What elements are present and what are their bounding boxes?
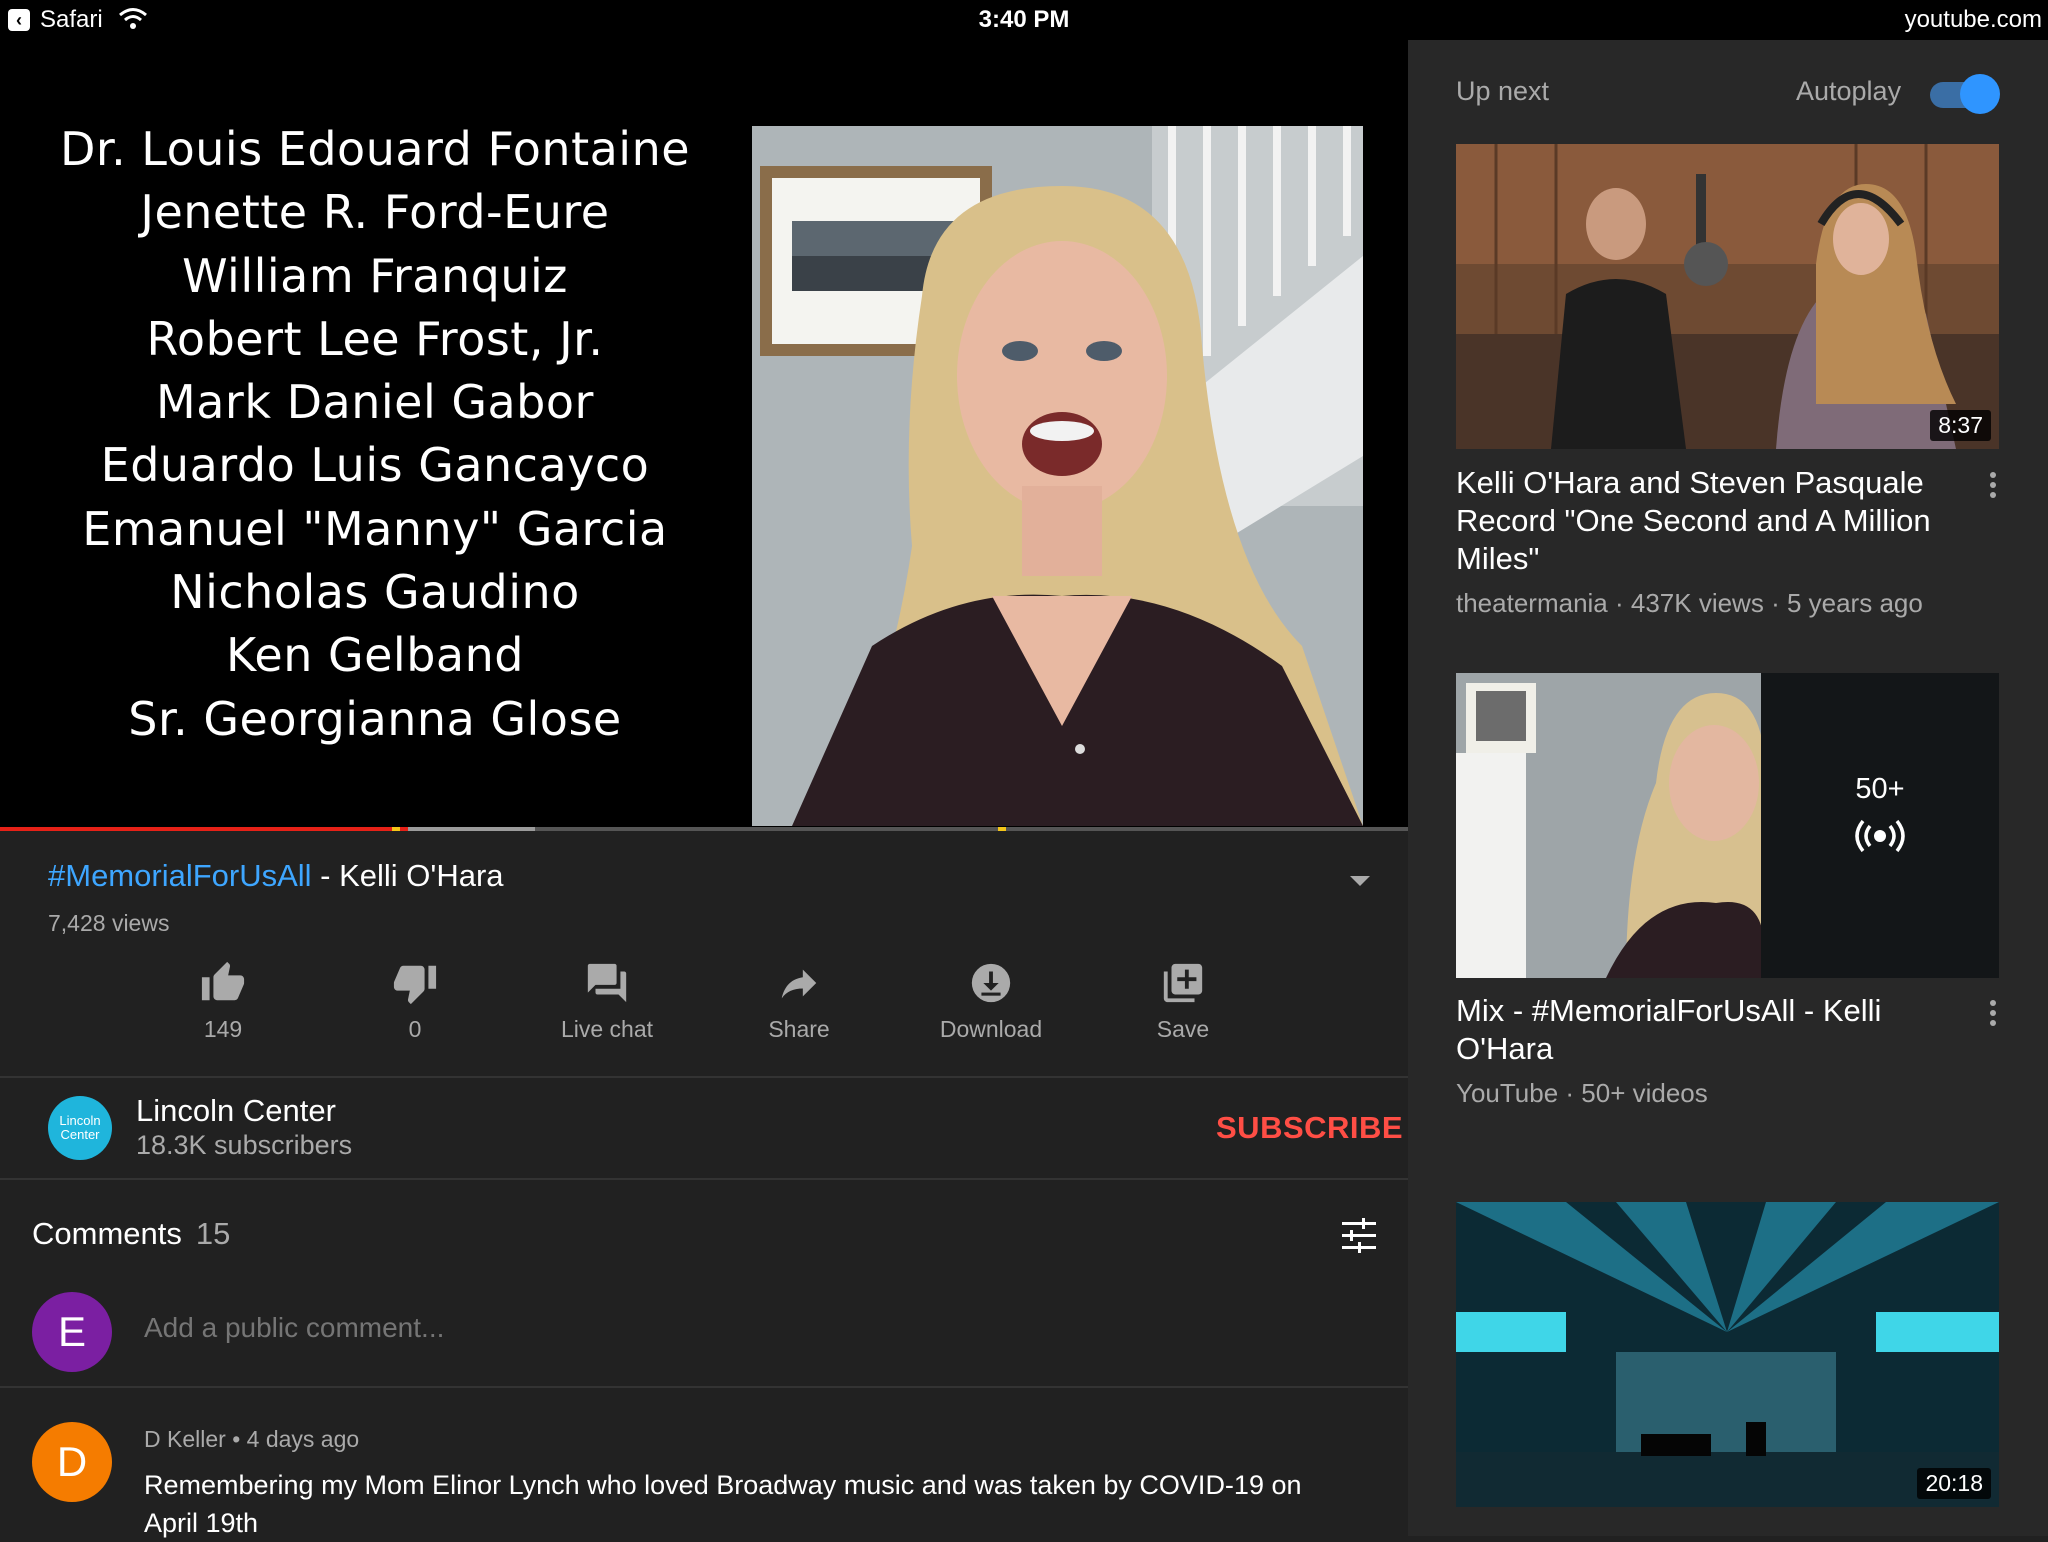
user-avatar[interactable]: E	[32, 1292, 112, 1372]
save-button[interactable]: Save	[1093, 960, 1273, 1043]
share-icon	[781, 969, 817, 999]
video-duration: 8:37	[1930, 410, 1991, 441]
progress-bar[interactable]	[0, 827, 1408, 831]
memorial-name: William Franquiz	[182, 248, 568, 303]
singer-video-frame	[752, 126, 1363, 826]
video-player[interactable]: Dr. Louis Edouard Fontaine Jenette R. Fo…	[0, 40, 1408, 829]
playlist-count: 50+	[1855, 773, 1905, 805]
divider	[0, 1386, 1408, 1388]
memorial-name: Ken Gelband	[226, 628, 524, 683]
video-title-text: - Kelli O'Hara	[311, 858, 504, 893]
video-views: 437K views	[1630, 588, 1764, 618]
subscribe-button[interactable]: SUBSCRIBE	[1216, 1110, 1403, 1146]
memorial-name: Jenette R. Ford-Eure	[140, 185, 610, 240]
comments-header[interactable]: Comments 15	[32, 1216, 230, 1252]
dislike-button[interactable]: 0	[325, 960, 505, 1043]
recording-studio-image	[1456, 144, 1999, 449]
comment-author-avatar[interactable]: D	[32, 1422, 112, 1502]
thumbs-down-icon	[393, 965, 437, 1005]
up-next-label: Up next	[1456, 76, 1550, 106]
chapter-marker	[998, 827, 1006, 831]
comments-heading: Comments	[32, 1216, 182, 1251]
divider	[0, 1076, 1408, 1078]
autoplay-label: Autoplay	[1796, 76, 1902, 106]
toggle-knob	[1960, 74, 2000, 114]
live-chat-label: Live chat	[560, 1016, 654, 1042]
up-next-video-title[interactable]: Kelli O'Hara and Steven Pasquale Record …	[1456, 464, 1936, 578]
sort-comments-icon[interactable]	[1340, 1218, 1378, 1254]
up-next-video-meta: theatermania · 437K views · 5 years ago	[1456, 588, 1923, 618]
progress-buffered	[408, 827, 536, 831]
video-thumbnail[interactable]: 8:37	[1456, 144, 1999, 449]
video-title: #MemorialForUsAll - Kelli O'Hara	[48, 856, 504, 896]
mix-preview-image	[1456, 673, 1999, 978]
playlist-size: 50+ videos	[1581, 1078, 1708, 1108]
memorial-name: Sr. Georgianna Glose	[128, 691, 622, 746]
more-options-icon[interactable]	[1990, 472, 1998, 500]
subscriber-count: 18.3K subscribers	[136, 1130, 353, 1160]
hashtag-link[interactable]: #MemorialForUsAll	[48, 858, 312, 893]
view-count: 7,428 views	[48, 910, 170, 936]
more-options-icon[interactable]	[1990, 1000, 1998, 1028]
memorial-names-list: Dr. Louis Edouard Fontaine Jenette R. Fo…	[30, 118, 720, 751]
comments-count: 15	[195, 1216, 231, 1251]
mix-broadcast-icon	[1855, 819, 1905, 853]
up-next-video-title[interactable]: Mix - #MemorialForUsAll - Kelli O'Hara	[1456, 992, 1936, 1068]
chat-icon	[587, 963, 627, 1003]
like-button[interactable]: 149	[133, 960, 313, 1043]
video-duration: 20:18	[1917, 1468, 1991, 1499]
memorial-name: Robert Lee Frost, Jr.	[146, 311, 604, 366]
video-channel: YouTube	[1456, 1078, 1559, 1108]
download-icon	[971, 963, 1011, 1003]
memorial-name: Mark Daniel Gabor	[156, 375, 594, 430]
video-age: 5 years ago	[1786, 588, 1923, 618]
dislike-count: 0	[408, 1016, 422, 1042]
live-chat-button[interactable]: Live chat	[517, 960, 697, 1043]
memorial-name: Dr. Louis Edouard Fontaine	[59, 122, 691, 176]
concert-stage-image	[1456, 1202, 1999, 1507]
save-label: Save	[1156, 1016, 1210, 1042]
comment-meta: D Keller • 4 days ago	[144, 1426, 360, 1452]
download-label: Download	[939, 1016, 1043, 1042]
comment-age: 4 days ago	[246, 1426, 360, 1452]
chapter-marker	[392, 827, 400, 831]
video-thumbnail[interactable]: 20:18	[1456, 1202, 1999, 1507]
expand-description-icon[interactable]	[1350, 876, 1370, 886]
url-label[interactable]: youtube.com	[1905, 4, 2042, 36]
comment-text: Remembering my Mom Elinor Lynch who love…	[144, 1470, 1302, 1538]
memorial-name: Emanuel "Manny" Garcia	[82, 501, 668, 556]
share-label: Share	[768, 1016, 830, 1042]
add-comment-input[interactable]	[144, 1312, 1044, 1344]
memorial-name: Nicholas Gaudino	[170, 565, 580, 620]
like-count: 149	[203, 1016, 243, 1042]
autoplay-toggle[interactable]	[1930, 74, 2000, 114]
channel-avatar[interactable]: Lincoln Center	[48, 1096, 112, 1160]
up-next-video-meta: YouTube · 50+ videos	[1456, 1078, 1708, 1108]
mix-thumbnail[interactable]: 50+	[1456, 673, 1999, 978]
memorial-name: Eduardo Luis Gancayco	[100, 438, 650, 493]
progress-played	[0, 827, 409, 831]
share-button[interactable]: Share	[709, 960, 889, 1043]
add-to-playlist-icon	[1163, 963, 1203, 1003]
download-button[interactable]: Download	[901, 960, 1081, 1043]
comment-author[interactable]: D Keller	[144, 1426, 226, 1452]
video-channel: theatermania	[1456, 588, 1608, 618]
channel-avatar-text: Lincoln Center	[59, 1113, 101, 1142]
thumbs-up-icon	[201, 961, 245, 1001]
status-bar: ‹ Safari 3:40 PM youtube.com	[0, 0, 2048, 40]
clock: 3:40 PM	[978, 6, 1070, 33]
channel-name[interactable]: Lincoln Center	[136, 1092, 336, 1130]
divider	[0, 1178, 1408, 1180]
